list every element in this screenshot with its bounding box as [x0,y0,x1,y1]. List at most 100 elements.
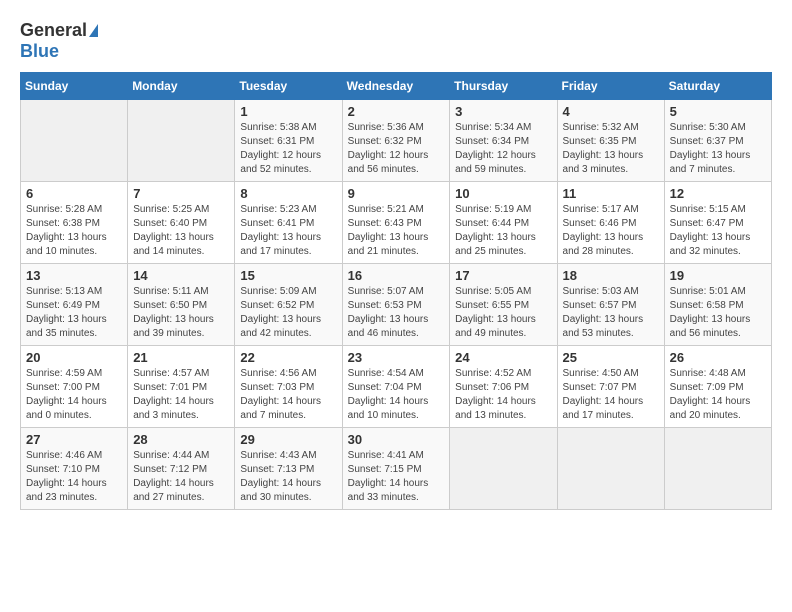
calendar-cell: 27 Sunrise: 4:46 AMSunset: 7:10 PMDaylig… [21,428,128,510]
day-number: 7 [133,186,229,201]
header-wednesday: Wednesday [342,73,450,100]
day-detail: Sunrise: 4:41 AMSunset: 7:15 PMDaylight:… [348,450,429,503]
day-detail: Sunrise: 4:44 AMSunset: 7:12 PMDaylight:… [133,450,214,503]
day-detail: Sunrise: 4:48 AMSunset: 7:09 PMDaylight:… [670,368,751,421]
calendar-week-4: 20 Sunrise: 4:59 AMSunset: 7:00 PMDaylig… [21,346,772,428]
header-tuesday: Tuesday [235,73,342,100]
calendar-cell: 30 Sunrise: 4:41 AMSunset: 7:15 PMDaylig… [342,428,450,510]
logo-arrow [89,24,98,37]
calendar-week-3: 13 Sunrise: 5:13 AMSunset: 6:49 PMDaylig… [21,264,772,346]
day-number: 28 [133,432,229,447]
calendar-cell: 29 Sunrise: 4:43 AMSunset: 7:13 PMDaylig… [235,428,342,510]
day-number: 9 [348,186,445,201]
day-number: 12 [670,186,766,201]
day-number: 8 [240,186,336,201]
calendar-cell: 6 Sunrise: 5:28 AMSunset: 6:38 PMDayligh… [21,182,128,264]
day-detail: Sunrise: 5:32 AMSunset: 6:35 PMDaylight:… [563,122,644,175]
calendar-table: SundayMondayTuesdayWednesdayThursdayFrid… [20,72,772,510]
day-detail: Sunrise: 4:46 AMSunset: 7:10 PMDaylight:… [26,450,107,503]
calendar-cell: 25 Sunrise: 4:50 AMSunset: 7:07 PMDaylig… [557,346,664,428]
day-detail: Sunrise: 5:28 AMSunset: 6:38 PMDaylight:… [26,204,107,257]
calendar-cell: 19 Sunrise: 5:01 AMSunset: 6:58 PMDaylig… [664,264,771,346]
header-saturday: Saturday [664,73,771,100]
day-number: 1 [240,104,336,119]
calendar-cell [664,428,771,510]
day-number: 26 [670,350,766,365]
calendar-cell: 23 Sunrise: 4:54 AMSunset: 7:04 PMDaylig… [342,346,450,428]
day-detail: Sunrise: 5:05 AMSunset: 6:55 PMDaylight:… [455,286,536,339]
day-detail: Sunrise: 4:56 AMSunset: 7:03 PMDaylight:… [240,368,321,421]
calendar-cell: 8 Sunrise: 5:23 AMSunset: 6:41 PMDayligh… [235,182,342,264]
calendar-cell: 9 Sunrise: 5:21 AMSunset: 6:43 PMDayligh… [342,182,450,264]
day-detail: Sunrise: 5:38 AMSunset: 6:31 PMDaylight:… [240,122,321,175]
day-detail: Sunrise: 5:01 AMSunset: 6:58 PMDaylight:… [670,286,751,339]
day-number: 27 [26,432,122,447]
calendar-cell: 4 Sunrise: 5:32 AMSunset: 6:35 PMDayligh… [557,100,664,182]
calendar-cell [128,100,235,182]
day-detail: Sunrise: 5:21 AMSunset: 6:43 PMDaylight:… [348,204,429,257]
day-number: 16 [348,268,445,283]
day-number: 19 [670,268,766,283]
day-number: 17 [455,268,551,283]
day-number: 5 [670,104,766,119]
day-number: 3 [455,104,551,119]
calendar-cell: 10 Sunrise: 5:19 AMSunset: 6:44 PMDaylig… [450,182,557,264]
day-number: 6 [26,186,122,201]
calendar-cell: 5 Sunrise: 5:30 AMSunset: 6:37 PMDayligh… [664,100,771,182]
day-detail: Sunrise: 4:50 AMSunset: 7:07 PMDaylight:… [563,368,644,421]
calendar-cell: 11 Sunrise: 5:17 AMSunset: 6:46 PMDaylig… [557,182,664,264]
calendar-cell: 12 Sunrise: 5:15 AMSunset: 6:47 PMDaylig… [664,182,771,264]
calendar-cell: 26 Sunrise: 4:48 AMSunset: 7:09 PMDaylig… [664,346,771,428]
day-detail: Sunrise: 5:36 AMSunset: 6:32 PMDaylight:… [348,122,429,175]
day-number: 21 [133,350,229,365]
day-number: 20 [26,350,122,365]
day-detail: Sunrise: 5:34 AMSunset: 6:34 PMDaylight:… [455,122,536,175]
day-number: 13 [26,268,122,283]
day-detail: Sunrise: 4:43 AMSunset: 7:13 PMDaylight:… [240,450,321,503]
calendar-week-5: 27 Sunrise: 4:46 AMSunset: 7:10 PMDaylig… [21,428,772,510]
day-detail: Sunrise: 5:30 AMSunset: 6:37 PMDaylight:… [670,122,751,175]
day-number: 15 [240,268,336,283]
header-sunday: Sunday [21,73,128,100]
day-detail: Sunrise: 5:25 AMSunset: 6:40 PMDaylight:… [133,204,214,257]
calendar-cell [557,428,664,510]
logo: General Blue [20,20,98,62]
day-number: 22 [240,350,336,365]
calendar-cell: 3 Sunrise: 5:34 AMSunset: 6:34 PMDayligh… [450,100,557,182]
day-detail: Sunrise: 5:09 AMSunset: 6:52 PMDaylight:… [240,286,321,339]
calendar-week-1: 1 Sunrise: 5:38 AMSunset: 6:31 PMDayligh… [21,100,772,182]
day-detail: Sunrise: 4:59 AMSunset: 7:00 PMDaylight:… [26,368,107,421]
day-detail: Sunrise: 5:19 AMSunset: 6:44 PMDaylight:… [455,204,536,257]
day-number: 23 [348,350,445,365]
calendar-cell [21,100,128,182]
day-number: 14 [133,268,229,283]
calendar-cell: 18 Sunrise: 5:03 AMSunset: 6:57 PMDaylig… [557,264,664,346]
day-number: 18 [563,268,659,283]
day-detail: Sunrise: 4:57 AMSunset: 7:01 PMDaylight:… [133,368,214,421]
calendar-cell: 22 Sunrise: 4:56 AMSunset: 7:03 PMDaylig… [235,346,342,428]
day-detail: Sunrise: 5:23 AMSunset: 6:41 PMDaylight:… [240,204,321,257]
calendar-cell: 15 Sunrise: 5:09 AMSunset: 6:52 PMDaylig… [235,264,342,346]
day-detail: Sunrise: 5:17 AMSunset: 6:46 PMDaylight:… [563,204,644,257]
day-number: 30 [348,432,445,447]
calendar-cell: 2 Sunrise: 5:36 AMSunset: 6:32 PMDayligh… [342,100,450,182]
day-detail: Sunrise: 5:07 AMSunset: 6:53 PMDaylight:… [348,286,429,339]
calendar-cell: 24 Sunrise: 4:52 AMSunset: 7:06 PMDaylig… [450,346,557,428]
header-monday: Monday [128,73,235,100]
logo-general: General [20,20,87,41]
day-detail: Sunrise: 4:54 AMSunset: 7:04 PMDaylight:… [348,368,429,421]
calendar-cell: 7 Sunrise: 5:25 AMSunset: 6:40 PMDayligh… [128,182,235,264]
calendar-cell: 16 Sunrise: 5:07 AMSunset: 6:53 PMDaylig… [342,264,450,346]
calendar-cell: 14 Sunrise: 5:11 AMSunset: 6:50 PMDaylig… [128,264,235,346]
calendar-cell: 1 Sunrise: 5:38 AMSunset: 6:31 PMDayligh… [235,100,342,182]
page-header: General Blue [20,20,772,62]
day-detail: Sunrise: 4:52 AMSunset: 7:06 PMDaylight:… [455,368,536,421]
day-number: 25 [563,350,659,365]
day-number: 10 [455,186,551,201]
calendar-cell: 21 Sunrise: 4:57 AMSunset: 7:01 PMDaylig… [128,346,235,428]
logo-blue: Blue [20,41,59,62]
day-number: 2 [348,104,445,119]
header-thursday: Thursday [450,73,557,100]
calendar-cell: 13 Sunrise: 5:13 AMSunset: 6:49 PMDaylig… [21,264,128,346]
day-detail: Sunrise: 5:13 AMSunset: 6:49 PMDaylight:… [26,286,107,339]
